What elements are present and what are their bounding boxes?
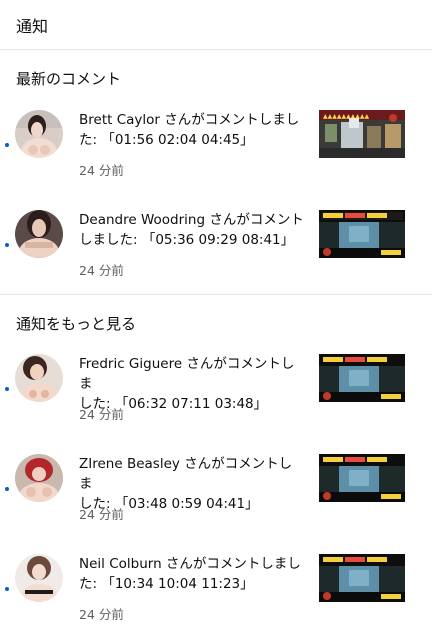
- notification-item[interactable]: ZIrene Beasley さんがコメントしま した: 「03:48 0:59…: [0, 454, 432, 544]
- unread-dot: [5, 143, 9, 147]
- avatar[interactable]: [15, 554, 63, 602]
- section-divider: [0, 294, 432, 295]
- unread-dot: [5, 243, 9, 247]
- notification-text-line1: ZIrene Beasley さんがコメントしま: [79, 456, 293, 492]
- notification-item[interactable]: Deandre Woodring さんがコメント しました: 「05:36 09…: [0, 210, 432, 300]
- notification-text-line1: Neil Colburn さんがコメントしまし: [79, 556, 301, 572]
- notification-time: 24 分前: [79, 407, 124, 422]
- notification-item[interactable]: Brett Caylor さんがコメントしまし た: 「01:56 02:04 …: [0, 110, 432, 200]
- notifications-title: 通知: [16, 16, 49, 36]
- notification-text: Neil Colburn さんがコメントしまし た: 「10:34 10:04 …: [79, 554, 304, 594]
- notification-item[interactable]: Fredric Giguere さんがコメントしま した: 「06:32 07:…: [0, 354, 432, 444]
- video-thumbnail[interactable]: [319, 454, 405, 502]
- avatar[interactable]: [15, 354, 63, 402]
- notification-text-line2: た: 「01:56 02:04 04:45」: [79, 132, 254, 148]
- video-thumbnail[interactable]: ▲▲▲▲▲▲▲▲▲▲: [319, 110, 405, 158]
- avatar[interactable]: [15, 210, 63, 258]
- notification-text-line1: Brett Caylor さんがコメントしまし: [79, 112, 300, 128]
- notification-item[interactable]: Neil Colburn さんがコメントしまし た: 「10:34 10:04 …: [0, 554, 432, 634]
- unread-dot: [5, 487, 9, 491]
- section-title-more-notifications: 通知をもっと見る: [16, 315, 137, 333]
- svg-text:▲▲▲▲▲▲▲▲▲▲: ▲▲▲▲▲▲▲▲▲▲: [323, 113, 370, 120]
- section-title-latest-comments: 最新のコメント: [16, 70, 122, 88]
- notification-text-line1: Deandre Woodring さんがコメント: [79, 212, 304, 228]
- avatar[interactable]: [15, 454, 63, 502]
- unread-dot: [5, 587, 9, 591]
- video-thumbnail[interactable]: [319, 354, 405, 402]
- unread-dot: [5, 387, 9, 391]
- notification-time: 24 分前: [79, 607, 124, 622]
- notification-text-line2: た: 「10:34 10:04 11:23」: [79, 576, 254, 592]
- notification-time: 24 分前: [79, 163, 124, 178]
- avatar[interactable]: [15, 110, 63, 158]
- video-thumbnail[interactable]: [319, 554, 405, 602]
- notifications-panel: 通知 最新のコメント Brett Caylor さんがコメントしまし た: 「0…: [0, 0, 432, 634]
- notification-time: 24 分前: [79, 507, 124, 522]
- notifications-header: 通知: [0, 0, 432, 50]
- notification-text-line2: しました: 「05:36 09:29 08:41」: [79, 232, 295, 248]
- notification-time: 24 分前: [79, 263, 124, 278]
- notification-text: Brett Caylor さんがコメントしまし た: 「01:56 02:04 …: [79, 110, 304, 150]
- video-thumbnail[interactable]: [319, 210, 405, 258]
- notification-text: Deandre Woodring さんがコメント しました: 「05:36 09…: [79, 210, 304, 250]
- notification-text-line1: Fredric Giguere さんがコメントしま: [79, 356, 295, 392]
